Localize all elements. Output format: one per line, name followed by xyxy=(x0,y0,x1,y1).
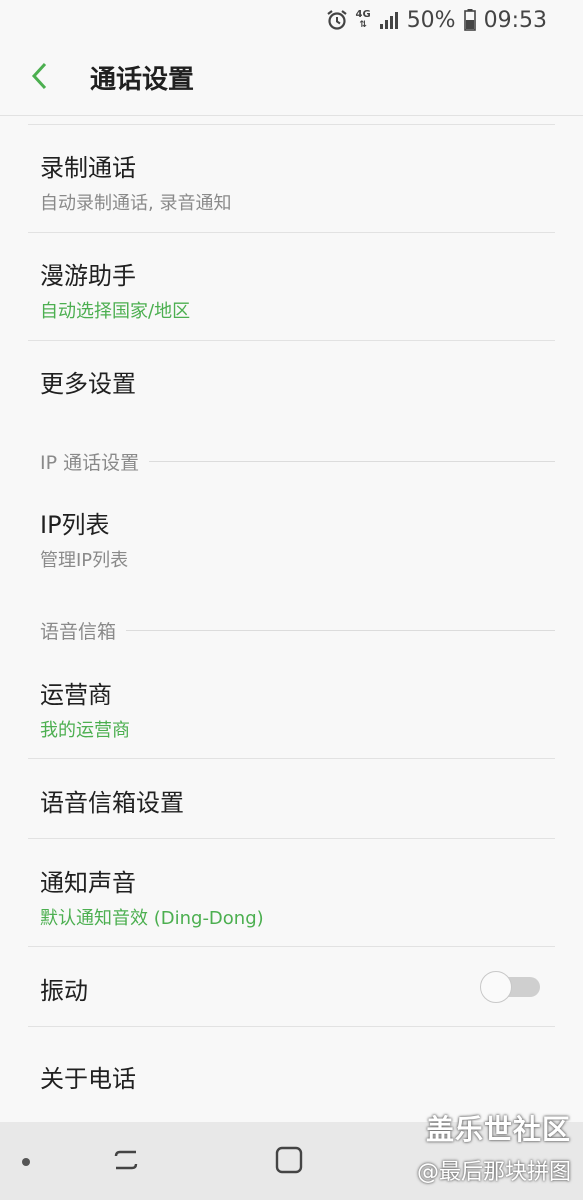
setting-voicemail-settings[interactable]: 语音信箱设置 xyxy=(0,783,583,818)
setting-label: IP列表 xyxy=(40,511,110,539)
back-button[interactable] xyxy=(0,40,80,116)
setting-summary: 自动选择国家/地区 xyxy=(40,301,191,322)
watermark: 盖乐世社区 @最后那块拼图 xyxy=(417,1108,571,1186)
setting-summary: 自动录制通话, 录音通知 xyxy=(40,193,232,214)
setting-ip-list[interactable]: IP列表 管理IP列表 xyxy=(0,505,583,572)
nav-dot-icon[interactable] xyxy=(22,1158,30,1166)
signal-icon xyxy=(379,10,399,30)
home-button[interactable] xyxy=(269,1142,309,1182)
setting-summary: 管理IP列表 xyxy=(40,550,129,571)
setting-roaming-assistant[interactable]: 漫游助手 自动选择国家/地区 xyxy=(0,256,583,323)
setting-summary: 默认通知音效 (Ding-Dong) xyxy=(40,908,264,929)
setting-label: 录制通话 xyxy=(40,154,136,182)
section-header-voicemail: 语音信箱 xyxy=(40,617,555,644)
battery-icon xyxy=(463,9,476,31)
setting-record-call[interactable]: 录制通话 自动录制通话, 录音通知 xyxy=(0,148,583,215)
setting-more-settings[interactable]: 更多设置 xyxy=(0,364,583,399)
alarm-icon xyxy=(326,9,348,31)
battery-percent: 50% xyxy=(406,7,456,33)
network-4g-icon: 4G ⇅ xyxy=(355,9,371,31)
setting-label: 漫游助手 xyxy=(40,262,136,290)
divider xyxy=(28,232,555,233)
section-title: IP 通话设置 xyxy=(40,452,140,474)
network-type-label: 4G xyxy=(355,9,371,20)
setting-label: 运营商 xyxy=(40,681,112,709)
section-header-ip-call: IP 通话设置 xyxy=(40,448,555,475)
setting-label: 更多设置 xyxy=(40,370,136,398)
setting-label: 关于电话 xyxy=(40,1065,136,1093)
vibrate-toggle[interactable] xyxy=(480,971,540,1003)
clock: 09:53 xyxy=(483,7,547,33)
setting-label: 通知声音 xyxy=(40,869,136,897)
section-divider xyxy=(149,461,555,462)
recent-apps-icon xyxy=(112,1146,140,1178)
section-divider xyxy=(126,630,555,631)
setting-about-phone[interactable]: 关于电话 xyxy=(0,1059,583,1094)
watermark-line2: @最后那块拼图 xyxy=(416,1160,571,1185)
watermark-line1: 盖乐世社区 xyxy=(425,1113,571,1146)
divider xyxy=(28,340,555,341)
setting-notification-sound[interactable]: 通知声音 默认通知音效 (Ding-Dong) xyxy=(0,863,583,930)
toggle-thumb xyxy=(480,971,512,1003)
chevron-left-icon xyxy=(30,61,50,95)
recent-apps-button[interactable] xyxy=(106,1142,146,1182)
divider xyxy=(28,1026,555,1027)
divider xyxy=(28,946,555,947)
home-icon xyxy=(274,1145,304,1179)
divider xyxy=(28,758,555,759)
setting-summary: 我的运营商 xyxy=(40,720,130,741)
divider xyxy=(28,124,555,125)
app-bar: 通话设置 xyxy=(0,40,583,116)
setting-label: 语音信箱设置 xyxy=(40,789,184,817)
section-title: 语音信箱 xyxy=(40,621,117,643)
status-bar: 4G ⇅ 50% 09:53 xyxy=(0,0,583,40)
page-title: 通话设置 xyxy=(90,65,195,95)
setting-carrier[interactable]: 运营商 我的运营商 xyxy=(0,675,583,742)
divider xyxy=(28,838,555,839)
